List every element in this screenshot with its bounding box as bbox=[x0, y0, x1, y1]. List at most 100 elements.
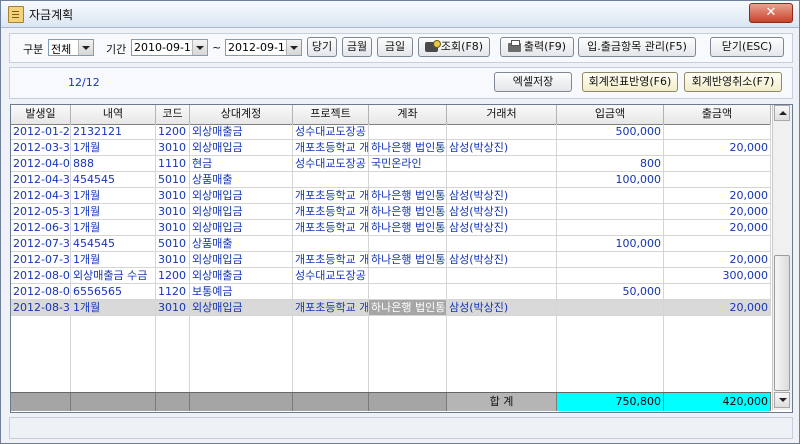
table-cell[interactable]: 1200 bbox=[156, 268, 190, 283]
today-button[interactable]: 금일 bbox=[377, 37, 413, 57]
cancel-apply-button[interactable]: 회계반영취소(F7) bbox=[684, 72, 782, 92]
table-cell[interactable]: 20,000 bbox=[664, 204, 771, 219]
chevron-down-icon[interactable] bbox=[286, 40, 301, 55]
table-cell[interactable]: 외상매입금 bbox=[190, 140, 293, 155]
table-cell[interactable] bbox=[447, 236, 557, 251]
column-header[interactable]: 발생일 bbox=[11, 105, 71, 124]
fund-grid[interactable]: 발생일 내역 코드 상대계정 프로젝트 계좌 거래처 입금액 출금액 2012-01-23 213… bbox=[10, 104, 793, 413]
apply-voucher-button[interactable]: 회계전표반영(F6) bbox=[582, 72, 678, 92]
table-row[interactable]: 2012-08-03 6556565 1120 보통예금 50,000 bbox=[11, 284, 771, 300]
column-header[interactable]: 상대계정 bbox=[190, 105, 293, 124]
current-period-button[interactable]: 당기 bbox=[307, 37, 337, 57]
table-cell[interactable]: 2012-04-30 bbox=[11, 188, 71, 203]
table-cell[interactable] bbox=[557, 252, 664, 267]
table-cell[interactable]: 외상매입금 bbox=[190, 188, 293, 203]
table-cell[interactable] bbox=[293, 284, 369, 299]
manage-items-button[interactable]: 입.출금항목 관리(F5) bbox=[578, 37, 696, 57]
column-header[interactable]: 출금액 bbox=[664, 105, 771, 124]
table-cell[interactable]: 외상매출금 수금 bbox=[71, 268, 156, 283]
table-cell[interactable] bbox=[557, 140, 664, 155]
print-button[interactable]: 출력(F9) bbox=[500, 37, 574, 57]
table-cell[interactable]: 개포초등학교 개 bbox=[293, 252, 369, 267]
column-header[interactable]: 프로젝트 bbox=[293, 105, 369, 124]
table-cell[interactable]: 2012-04-30 bbox=[11, 172, 71, 187]
table-cell[interactable]: 2012-06-30 bbox=[11, 220, 71, 235]
table-cell[interactable] bbox=[447, 172, 557, 187]
table-cell[interactable]: 2012-07-31 bbox=[11, 252, 71, 267]
table-cell[interactable]: 보통예금 bbox=[190, 284, 293, 299]
table-cell[interactable]: 1개월 bbox=[71, 188, 156, 203]
table-cell[interactable] bbox=[447, 156, 557, 171]
table-cell[interactable]: 800 bbox=[557, 156, 664, 171]
table-cell[interactable] bbox=[557, 268, 664, 283]
table-cell[interactable]: 888 bbox=[71, 156, 156, 171]
table-cell[interactable]: 2012-08-03 bbox=[11, 284, 71, 299]
table-cell[interactable]: 100,000 bbox=[557, 236, 664, 251]
table-cell[interactable]: 개포초등학교 개 bbox=[293, 140, 369, 155]
table-cell[interactable]: 3010 bbox=[156, 300, 190, 315]
table-cell[interactable] bbox=[557, 220, 664, 235]
table-cell[interactable]: 5010 bbox=[156, 236, 190, 251]
table-cell[interactable]: 외상매출금 bbox=[190, 124, 293, 139]
table-row[interactable]: 2012-01-23 2132121 1200 외상매출금 성수대교도장공 500,000 bbox=[11, 124, 771, 140]
table-cell[interactable] bbox=[447, 124, 557, 139]
table-row[interactable]: 2012-03-31 1개월 3010 외상매입금 개포초등학교 개 하나은행 법인통 삼성… bbox=[11, 140, 771, 156]
table-cell[interactable] bbox=[664, 124, 771, 139]
scroll-up-arrow-icon[interactable] bbox=[774, 105, 790, 121]
scroll-thumb[interactable] bbox=[774, 255, 790, 391]
table-row[interactable]: 2012-06-30 1개월 3010 외상매입금 개포초등학교 개 하나은행 법인통 삼성… bbox=[11, 220, 771, 236]
table-cell[interactable]: 성수대교도장공 bbox=[293, 156, 369, 171]
table-cell[interactable]: 삼성(박상진) bbox=[447, 188, 557, 203]
table-cell[interactable] bbox=[664, 172, 771, 187]
table-row[interactable]: 2012-04-07 888 1110 현금 성수대교도장공 국민온라인 800 bbox=[11, 156, 771, 172]
table-cell[interactable]: 개포초등학교 개 bbox=[293, 204, 369, 219]
table-cell[interactable]: 20,000 bbox=[664, 300, 771, 315]
table-cell[interactable]: 2132121 bbox=[71, 124, 156, 139]
table-cell[interactable]: 2012-03-31 bbox=[11, 140, 71, 155]
table-cell[interactable]: 3010 bbox=[156, 188, 190, 203]
scroll-down-arrow-icon[interactable] bbox=[774, 392, 790, 408]
table-cell[interactable]: 2012-05-31 bbox=[11, 204, 71, 219]
date-to-picker[interactable]: 2012-09-15 bbox=[225, 39, 302, 56]
table-cell[interactable]: 하나은행 법인통 bbox=[369, 188, 447, 203]
table-cell[interactable]: 현금 bbox=[190, 156, 293, 171]
table-cell[interactable]: 개포초등학교 개 bbox=[293, 300, 369, 315]
table-cell[interactable]: 300,000 bbox=[664, 268, 771, 283]
table-cell[interactable]: 성수대교도장공 bbox=[293, 268, 369, 283]
table-cell[interactable]: 2012-07-31 bbox=[11, 236, 71, 251]
table-cell[interactable]: 하나은행 법인통 bbox=[369, 220, 447, 235]
column-header[interactable]: 거래처 bbox=[447, 105, 557, 124]
vertical-scrollbar[interactable] bbox=[772, 105, 792, 410]
table-cell[interactable] bbox=[557, 188, 664, 203]
excel-save-button[interactable]: 엑셀저장 bbox=[494, 72, 572, 92]
table-row[interactable]: 2012-04-30 1개월 3010 외상매입금 개포초등학교 개 하나은행 법인통 삼성… bbox=[11, 188, 771, 204]
table-cell[interactable]: 1200 bbox=[156, 124, 190, 139]
table-cell[interactable] bbox=[447, 268, 557, 283]
table-cell[interactable]: 20,000 bbox=[664, 140, 771, 155]
table-cell[interactable]: 1개월 bbox=[71, 140, 156, 155]
table-cell[interactable]: 20,000 bbox=[664, 220, 771, 235]
this-month-button[interactable]: 금월 bbox=[342, 37, 372, 57]
table-cell[interactable]: 1개월 bbox=[71, 220, 156, 235]
table-row[interactable]: 2012-07-31 1개월 3010 외상매입금 개포초등학교 개 하나은행 법인통 삼성… bbox=[11, 252, 771, 268]
table-cell[interactable] bbox=[369, 236, 447, 251]
table-cell[interactable]: 하나은행 법인통 bbox=[369, 252, 447, 267]
table-cell[interactable]: 50,000 bbox=[557, 284, 664, 299]
table-cell[interactable]: 외상매입금 bbox=[190, 300, 293, 315]
table-cell[interactable]: 3010 bbox=[156, 220, 190, 235]
table-row[interactable]: 2012-07-31 454545 5010 상품매출 100,000 bbox=[11, 236, 771, 252]
window-close-button[interactable]: ✕ bbox=[749, 3, 793, 23]
table-cell[interactable] bbox=[664, 236, 771, 251]
table-cell[interactable]: 삼성(박상진) bbox=[447, 220, 557, 235]
title-bar[interactable]: 자금계획 ✕ bbox=[1, 1, 799, 28]
table-cell[interactable]: 삼성(박상진) bbox=[447, 140, 557, 155]
table-cell[interactable]: 삼성(박상진) bbox=[447, 300, 557, 315]
table-cell[interactable] bbox=[369, 284, 447, 299]
table-cell[interactable]: 상품매출 bbox=[190, 236, 293, 251]
table-cell[interactable] bbox=[447, 284, 557, 299]
table-cell[interactable]: 500,000 bbox=[557, 124, 664, 139]
table-cell[interactable] bbox=[664, 284, 771, 299]
table-cell[interactable]: 외상매입금 bbox=[190, 204, 293, 219]
table-cell[interactable]: 외상매출금 bbox=[190, 268, 293, 283]
table-cell[interactable]: 2012-01-23 bbox=[11, 124, 71, 139]
